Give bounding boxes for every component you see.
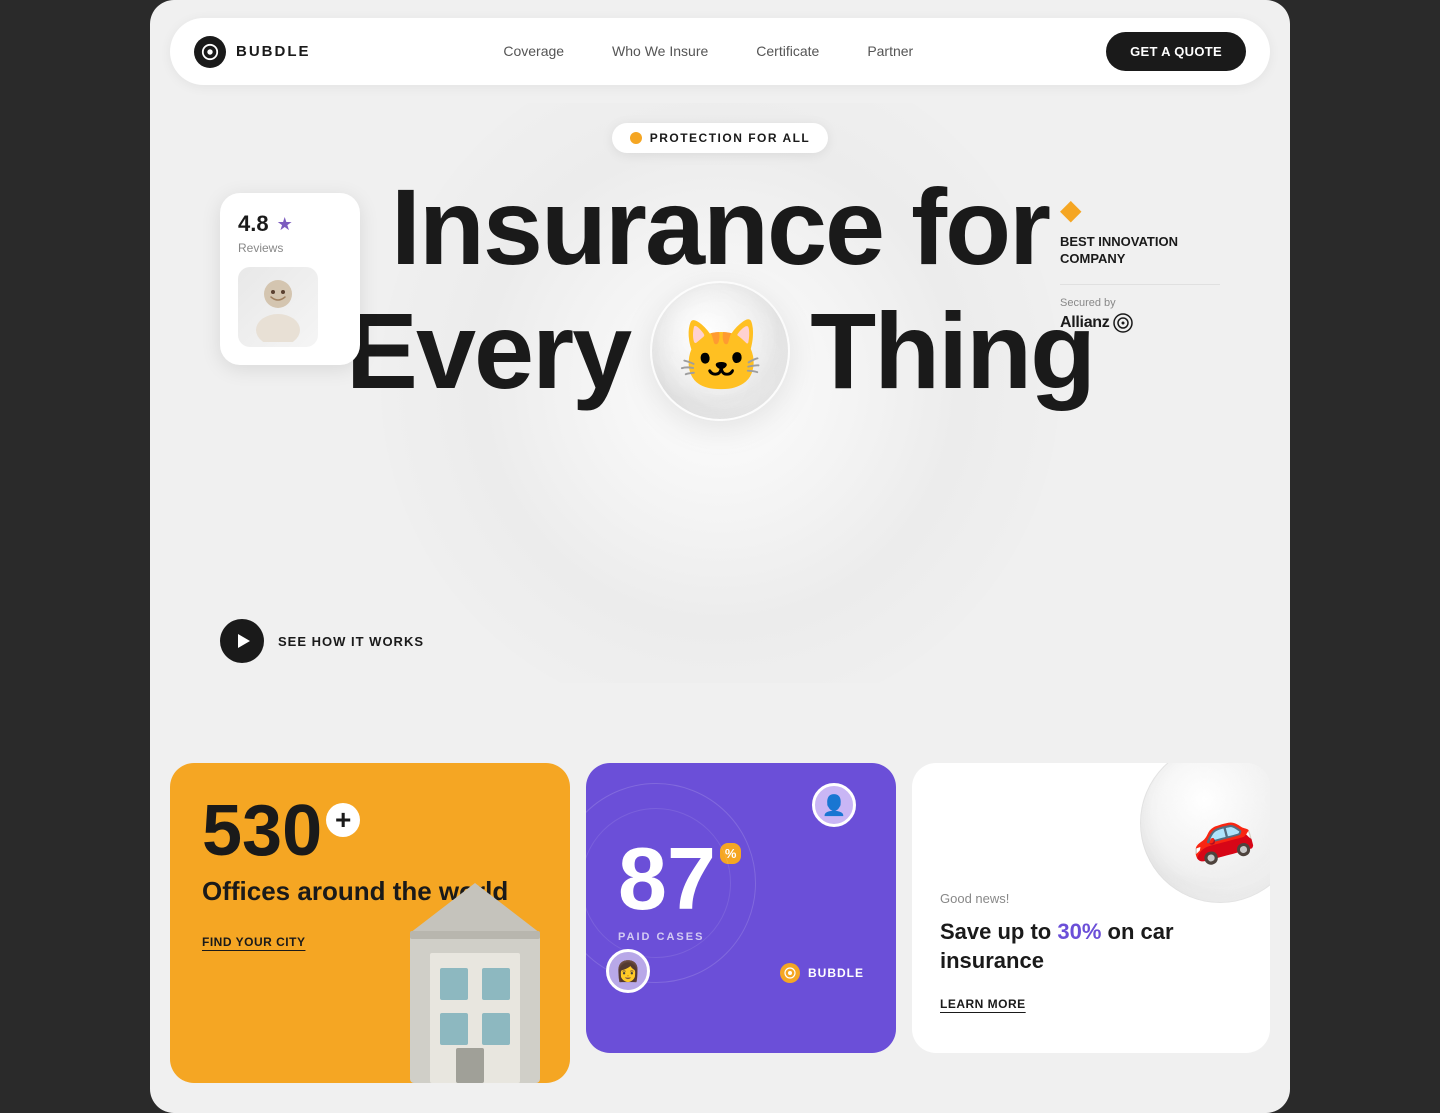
badge-text: PROTECTION FOR ALL [650,131,811,145]
offices-number-row: 530 + [202,795,538,867]
hero-title-thing: Thing [810,297,1094,405]
offices-plus: + [326,803,360,837]
bottom-cards: 530 + Offices around the world FIND YOUR… [150,683,1290,1113]
review-card: 4.8 ★ Reviews [220,193,360,365]
paid-brand: BUBDLE [618,963,864,983]
paid-brand-icon [780,963,800,983]
find-city-link[interactable]: FIND YOUR CITY [202,935,305,949]
innovation-card: ◆ BEST INNOVATION COMPANY Secured by All… [1060,193,1220,333]
allianz-text: Allianz [1060,314,1109,332]
protection-badge: PROTECTION FOR ALL [210,123,1230,153]
logo-icon [194,36,226,68]
logo-text: BUBDLE [236,43,311,60]
innovation-divider [1060,284,1220,285]
paid-percent: % [720,843,742,864]
logo-area: BUBDLE [194,36,311,68]
hero-section: PROTECTION FOR ALL Insurance for Every 🐱… [150,103,1290,683]
nav-link-partner[interactable]: Partner [867,43,913,59]
navbar: BUBDLE Coverage Who We Insure Certificat… [170,18,1270,85]
play-icon [238,634,250,648]
star-icon: ★ [277,214,293,235]
nav-link-who-we-insure[interactable]: Who We Insure [612,43,708,59]
paid-label: PAID CASES [618,931,864,943]
avatar-bottom: 👩 [606,949,650,993]
car-bubble: 🚗 [1140,763,1270,903]
save-title-before: Save up to [940,919,1051,944]
how-it-works: SEE HOW IT WORKS [220,619,424,663]
hero-title-every: Every [346,297,630,405]
paid-cases-card: 👤 👩 87 % PAID CASES BUBDLE [586,763,896,1053]
cat-emoji: 🐱 [678,321,763,391]
review-avatar [238,267,318,347]
paid-brand-text: BUBDLE [808,966,864,980]
how-it-works-label: SEE HOW IT WORKS [278,634,424,649]
offices-card: 530 + Offices around the world FIND YOUR… [170,763,570,1083]
review-rating-row: 4.8 ★ [238,211,342,237]
building-illustration [380,873,570,1083]
page-wrapper: BUBDLE Coverage Who We Insure Certificat… [150,0,1290,1113]
cat-bubble: 🐱 [650,281,790,421]
secured-label: Secured by [1060,297,1220,309]
protection-badge-inner: PROTECTION FOR ALL [612,123,829,153]
review-number: 4.8 [238,211,269,237]
hero-title-line1: Insurance for [391,173,1049,281]
learn-more-button[interactable]: LEARN MORE [940,997,1026,1011]
review-label: Reviews [238,241,342,255]
paid-number: 87 [618,835,716,923]
play-button[interactable] [220,619,264,663]
allianz-logo: Allianz [1060,313,1133,333]
get-quote-button[interactable]: GET A QUOTE [1106,32,1246,71]
nav-links: Coverage Who We Insure Certificate Partn… [503,43,913,61]
save-percent: 30% [1057,919,1101,944]
badge-dot [630,132,642,144]
save-card: 🚗 Good news! Save up to 30% on car insur… [912,763,1270,1053]
car-emoji: 🚗 [1181,795,1259,871]
paid-number-row: 87 % [618,835,864,923]
diamond-icon: ◆ [1060,193,1220,226]
nav-link-coverage[interactable]: Coverage [503,43,564,59]
innovation-title: BEST INNOVATION COMPANY [1060,234,1220,268]
save-title: Save up to 30% on car insurance [940,918,1242,975]
nav-link-certificate[interactable]: Certificate [756,43,819,59]
offices-number: 530 [202,795,322,867]
avatar-top: 👤 [812,783,856,827]
